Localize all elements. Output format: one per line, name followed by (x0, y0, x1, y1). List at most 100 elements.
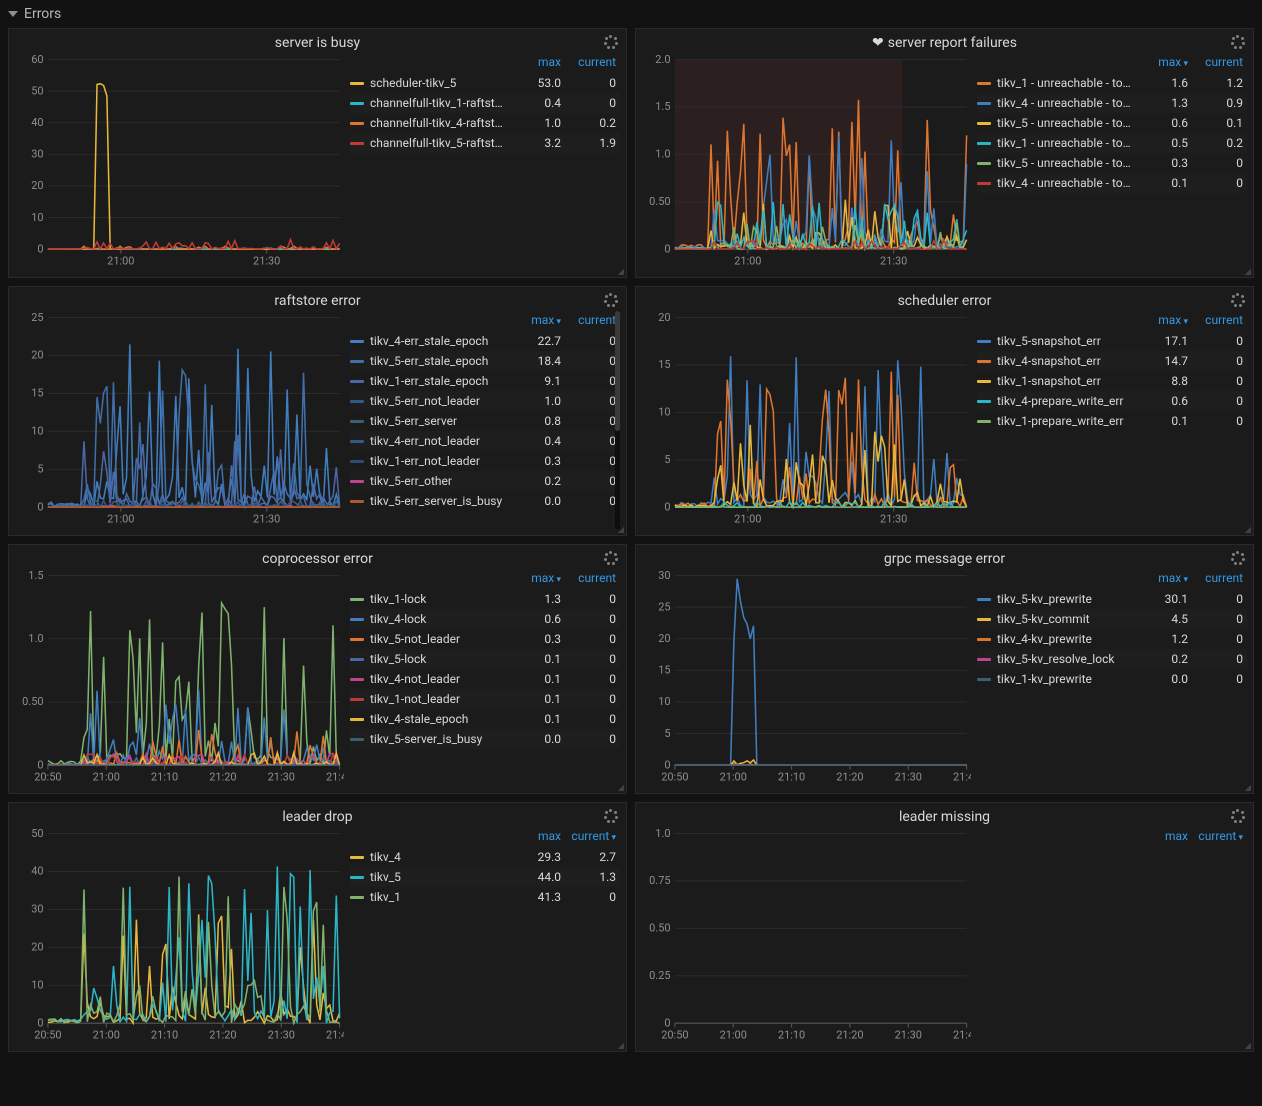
chart-area[interactable]: 00.250.500.751.020:5021:0021:1021:2021:3… (642, 827, 971, 1045)
panel-title[interactable]: raftstore error (9, 287, 626, 311)
panel-p2: raftstore error051015202521:0021:30 maxcu… (8, 286, 627, 536)
legend-swatch (977, 400, 991, 403)
loading-icon (604, 809, 618, 823)
legend-row[interactable]: tikv_5-err_server0.80 (350, 411, 620, 431)
legend-row[interactable]: tikv_4 - unreachable - to - 51.30.9 (977, 93, 1247, 113)
legend-row[interactable]: tikv_5-kv_resolve_lock0.20 (977, 649, 1247, 669)
legend-row[interactable]: tikv_5-err_server_is_busy0.00 (350, 491, 620, 511)
chart-area[interactable]: 05101520253020:5021:0021:1021:2021:3021:… (642, 569, 971, 787)
resize-handle-icon[interactable] (616, 267, 624, 275)
legend-row[interactable]: tikv_4-lock0.60 (350, 609, 620, 629)
legend-row[interactable]: tikv_141.30 (350, 887, 620, 907)
legend-row[interactable]: tikv_1-lock1.30 (350, 589, 620, 609)
legend-row[interactable]: tikv_1-prepare_write_err0.10 (977, 411, 1247, 431)
panel-title[interactable]: server is busy (9, 29, 626, 53)
legend-max: 1.3 (1133, 94, 1188, 112)
legend-col-current[interactable]: current (1188, 313, 1243, 327)
legend-row[interactable]: tikv_5-server_is_busy0.00 (350, 729, 620, 749)
legend-name: tikv_5 (370, 868, 506, 886)
legend-col-max[interactable]: max (1133, 55, 1188, 69)
panel-title[interactable]: grpc message error (636, 545, 1253, 569)
legend-max: 0.3 (506, 452, 561, 470)
legend-col-max[interactable]: max (1133, 313, 1188, 327)
legend-row[interactable]: tikv_1-not_leader0.10 (350, 689, 620, 709)
legend-row[interactable]: channelfull-tikv_4-raftstore1.00.2 (350, 113, 620, 133)
legend-col-current[interactable]: current (1188, 829, 1243, 843)
legend-current: 0 (1188, 352, 1243, 370)
chart-area[interactable]: 00.501.01.520:5021:0021:1021:2021:3021:4… (15, 569, 344, 787)
legend-row[interactable]: tikv_5-kv_prewrite30.10 (977, 589, 1247, 609)
panel-title[interactable]: coprocessor error (9, 545, 626, 569)
legend-row[interactable]: scheduler-tikv_553.00 (350, 73, 620, 93)
resize-handle-icon[interactable] (616, 525, 624, 533)
resize-handle-icon[interactable] (616, 1041, 624, 1049)
legend-col-current[interactable]: current (561, 313, 616, 327)
legend-col-max[interactable]: max (506, 829, 561, 843)
chart-area[interactable]: 0510152021:0021:30 (642, 311, 971, 529)
chart-area[interactable]: 00.501.01.52.021:0021:30 (642, 53, 971, 271)
legend-col-max[interactable]: max (506, 55, 561, 69)
legend-row[interactable]: tikv_5-not_leader0.30 (350, 629, 620, 649)
resize-handle-icon[interactable] (1243, 1041, 1251, 1049)
legend-row[interactable]: tikv_1-err_stale_epoch9.10 (350, 371, 620, 391)
panel-title[interactable]: scheduler error (636, 287, 1253, 311)
legend-row[interactable]: tikv_4-kv_prewrite1.20 (977, 629, 1247, 649)
legend-col-current[interactable]: current (1188, 55, 1243, 69)
legend-row[interactable]: tikv_4-snapshot_err14.70 (977, 351, 1247, 371)
legend-row[interactable]: tikv_5-snapshot_err17.10 (977, 331, 1247, 351)
legend-row[interactable]: tikv_5 - unreachable - to - 40.60.1 (977, 113, 1247, 133)
legend-col-current[interactable]: current (561, 55, 616, 69)
chart-area[interactable]: 0102030405020:5021:0021:1021:2021:3021:4… (15, 827, 344, 1045)
legend-scrollbar-thumb[interactable] (615, 311, 620, 431)
legend-current: 0.2 (1188, 134, 1243, 152)
legend-name: tikv_1-not_leader (370, 690, 506, 708)
legend-max: 17.1 (1133, 332, 1188, 350)
legend-scrollbar[interactable] (615, 311, 620, 529)
legend-row[interactable]: tikv_1-err_not_leader0.30 (350, 451, 620, 471)
legend-row[interactable]: tikv_429.32.7 (350, 847, 620, 867)
panel-title[interactable]: ❤server report failures (636, 29, 1253, 53)
legend-col-max[interactable]: max (506, 571, 561, 585)
legend-row[interactable]: tikv_5-err_other0.20 (350, 471, 620, 491)
legend-row[interactable]: tikv_4-err_not_leader0.40 (350, 431, 620, 451)
legend-row[interactable]: tikv_5 - unreachable - to - 10.30 (977, 153, 1247, 173)
panel-title[interactable]: leader drop (9, 803, 626, 827)
legend-row[interactable]: tikv_5-kv_commit4.50 (977, 609, 1247, 629)
legend-row[interactable]: tikv_5-lock0.10 (350, 649, 620, 669)
legend-col-current[interactable]: current (1188, 571, 1243, 585)
legend-row[interactable]: channelfull-tikv_1-raftstore0.40 (350, 93, 620, 113)
legend-row[interactable]: tikv_4-stale_epoch0.10 (350, 709, 620, 729)
svg-text:1.0: 1.0 (28, 632, 43, 645)
legend-row[interactable]: tikv_544.01.3 (350, 867, 620, 887)
legend-row[interactable]: tikv_1 - unreachable - to - 40.50.2 (977, 133, 1247, 153)
legend-row[interactable]: tikv_4-not_leader0.10 (350, 669, 620, 689)
legend-row[interactable]: channelfull-tikv_5-raftstore3.21.9 (350, 133, 620, 153)
legend-swatch (977, 122, 991, 125)
legend-name: tikv_4 - unreachable - to - 5 (997, 94, 1133, 112)
panel-title-text: server report failures (888, 35, 1017, 51)
legend-row[interactable]: tikv_1-kv_prewrite0.00 (977, 669, 1247, 689)
legend-row[interactable]: tikv_1-snapshot_err8.80 (977, 371, 1247, 391)
legend-row[interactable]: tikv_4-err_stale_epoch22.70 (350, 331, 620, 351)
legend-row[interactable]: tikv_4-prepare_write_err0.60 (977, 391, 1247, 411)
legend-row[interactable]: tikv_5-err_stale_epoch18.40 (350, 351, 620, 371)
legend-swatch (350, 678, 364, 681)
legend-col-current[interactable]: current (561, 829, 616, 843)
row-toggle-errors[interactable]: Errors (4, 4, 1258, 28)
legend-col-max[interactable]: max (506, 313, 561, 327)
resize-handle-icon[interactable] (1243, 267, 1251, 275)
resize-handle-icon[interactable] (1243, 525, 1251, 533)
chart-area[interactable]: 010203040506021:0021:30 (15, 53, 344, 271)
legend-col-current[interactable]: current (561, 571, 616, 585)
legend-col-max[interactable]: max (1133, 829, 1188, 843)
resize-handle-icon[interactable] (1243, 783, 1251, 791)
legend-row[interactable]: tikv_1 - unreachable - to - 51.61.2 (977, 73, 1247, 93)
legend-row[interactable]: tikv_5-err_not_leader1.00 (350, 391, 620, 411)
legend-row[interactable]: tikv_4 - unreachable - to - 10.10 (977, 173, 1247, 193)
resize-handle-icon[interactable] (616, 783, 624, 791)
legend-name: tikv_1 - unreachable - to - 5 (997, 74, 1133, 92)
panel-title[interactable]: leader missing (636, 803, 1253, 827)
svg-text:20: 20 (658, 311, 670, 324)
legend-col-max[interactable]: max (1133, 571, 1188, 585)
chart-area[interactable]: 051015202521:0021:30 (15, 311, 344, 529)
